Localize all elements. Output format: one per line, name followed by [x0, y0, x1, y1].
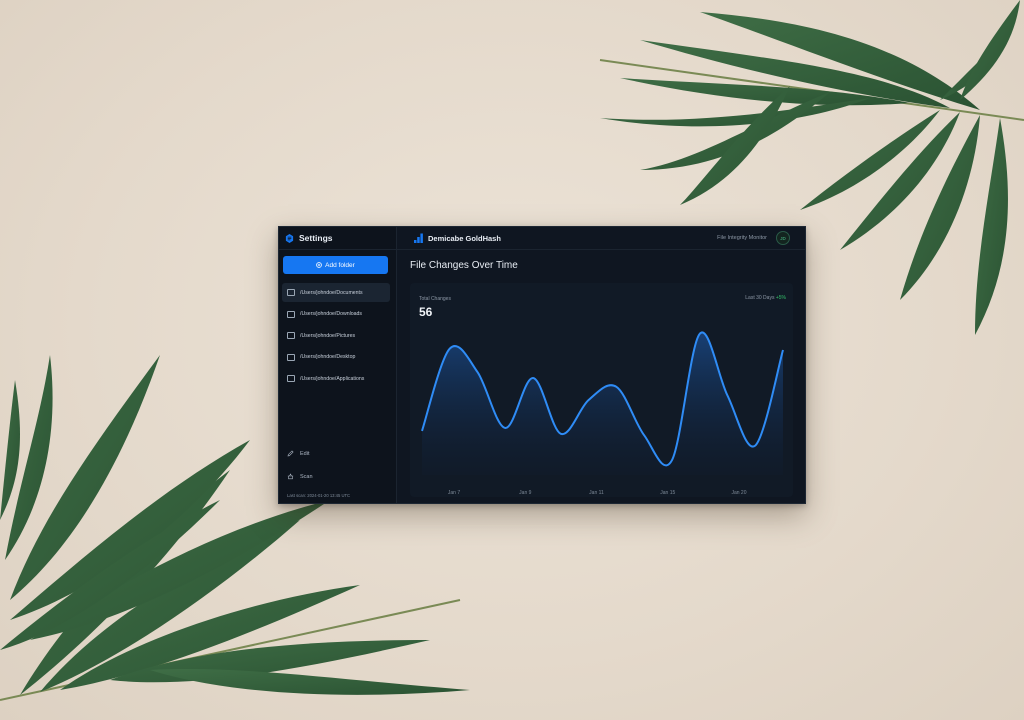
top-bar: Demicabe GoldHash File Integrity Monitor…: [397, 227, 805, 250]
settings-logo-icon: [285, 233, 294, 243]
folder-list: /Users/johndoe/Documents /Users/johndoe/…: [282, 283, 390, 391]
folder-path: /Users/johndoe/Downloads: [300, 311, 362, 317]
chart-card: Jan 7 Jan 9 Jan 11 Jan 15 Jan 20 Total Chang…: [410, 283, 793, 497]
folder-item[interactable]: /Users/johndoe/Documents: [282, 283, 390, 302]
scan-label: Scan: [300, 473, 313, 480]
add-folder-label: Add folder: [325, 261, 355, 269]
file-changes-area-chart: Jan 7 Jan 9 Jan 11 Jan 15 Jan 20: [421, 331, 784, 496]
folder-path: /Users/johndoe/Desktop: [300, 354, 356, 360]
x-tick-label: Jan 15: [660, 490, 675, 496]
edit-label: Edit: [300, 450, 310, 457]
range-delta: +5%: [775, 295, 786, 301]
sidebar: Settings Add folder /Users/johndoe/Docum…: [279, 227, 397, 503]
sidebar-header: Settings: [279, 227, 396, 250]
avatar-initials: JD: [780, 235, 786, 241]
stat-label: Total Changes: [419, 296, 451, 302]
folder-icon: [287, 289, 295, 296]
x-axis-ticks: Jan 7 Jan 9 Jan 11 Jan 15 Jan 20: [448, 490, 747, 496]
page-title: File Changes Over Time: [410, 260, 518, 271]
folder-icon: [287, 375, 295, 382]
folder-path: /Users/johndoe/Documents: [300, 289, 363, 296]
folder-item[interactable]: /Users/johndoe/Downloads: [282, 305, 390, 324]
add-folder-button[interactable]: Add folder: [283, 256, 388, 274]
sidebar-title: Settings: [299, 233, 333, 243]
folder-icon: [287, 310, 295, 318]
pencil-icon: [287, 450, 294, 457]
folder-icon: [287, 353, 295, 361]
folder-item[interactable]: /Users/johndoe/Applications: [282, 369, 390, 388]
folder-item[interactable]: /Users/johndoe/Desktop: [282, 348, 390, 367]
scan-icon: [287, 473, 294, 480]
x-tick-label: Jan 7: [448, 490, 460, 496]
folder-path: /Users/johndoe/Applications: [300, 375, 365, 382]
app-title: Demicabe GoldHash: [428, 233, 501, 243]
app-window: Settings Add folder /Users/johndoe/Docum…: [278, 226, 806, 504]
last-scan-text: Last scan: 2024-01-20 13:45 UTC: [287, 493, 351, 498]
bar-chart-logo-icon: [414, 233, 423, 243]
scan-button[interactable]: Scan: [287, 473, 313, 480]
x-tick-label: Jan 9: [519, 490, 531, 496]
user-name: File Integrity Monitor: [717, 235, 767, 241]
chart-area-fill: [422, 332, 783, 475]
range-label: Last 30 Days +5%: [745, 295, 786, 301]
plus-icon: [316, 262, 323, 268]
folder-icon: [287, 332, 295, 339]
edit-button[interactable]: Edit: [287, 450, 309, 457]
stat-value: 56: [419, 305, 433, 319]
x-tick-label: Jan 11: [589, 490, 604, 496]
folder-item[interactable]: /Users/johndoe/Pictures: [282, 326, 390, 345]
folder-path: /Users/johndoe/Pictures: [300, 332, 356, 339]
avatar[interactable]: JD: [776, 231, 790, 245]
x-tick-label: Jan 20: [731, 490, 746, 496]
range-text: Last 30 Days: [745, 295, 775, 301]
